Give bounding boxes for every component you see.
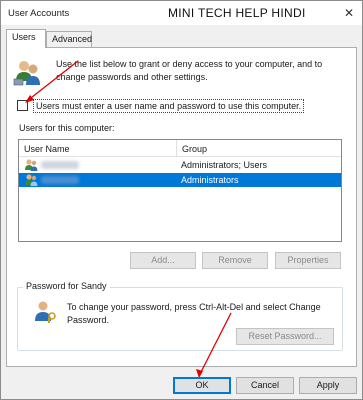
password-groupbox-legend: Password for Sandy	[23, 281, 110, 291]
apply-button[interactable]: Apply	[299, 377, 357, 394]
require-login-label[interactable]: Users must enter a user name and passwor…	[33, 99, 305, 113]
table-row-selected[interactable]: Administrators	[19, 173, 341, 187]
user-key-icon	[33, 299, 59, 327]
user-icon	[24, 173, 38, 189]
watermark-text: MINI TECH HELP HINDI	[168, 6, 306, 20]
users-listview[interactable]: User Name Group Administrators; Users Ad…	[18, 139, 342, 242]
title-bar: User Accounts MINI TECH HELP HINDI ✕	[1, 1, 362, 25]
ok-button[interactable]: OK	[173, 377, 231, 394]
add-user-button[interactable]: Add...	[130, 252, 196, 269]
column-user-name[interactable]: User Name	[19, 140, 177, 157]
tab-users[interactable]: Users	[6, 29, 46, 48]
column-group[interactable]: Group	[179, 140, 207, 157]
require-login-checkbox[interactable]	[17, 100, 28, 111]
listview-header: User Name Group	[19, 140, 341, 157]
close-icon[interactable]: ✕	[341, 5, 357, 21]
users-list-label: Users for this computer:	[19, 123, 115, 133]
tab-advanced[interactable]: Advanced	[46, 31, 92, 47]
row-group-value: Administrators; Users	[181, 160, 268, 170]
window-title: User Accounts	[8, 8, 70, 19]
reset-password-button[interactable]: Reset Password...	[236, 328, 334, 345]
intro-description: Use the list below to grant or deny acce…	[56, 59, 323, 82]
user-icon	[24, 158, 38, 174]
table-row[interactable]: Administrators; Users	[19, 158, 341, 172]
properties-button[interactable]: Properties	[275, 252, 341, 269]
remove-user-button[interactable]: Remove	[202, 252, 268, 269]
users-group-icon	[13, 59, 43, 89]
row-group-value: Administrators	[181, 175, 239, 185]
user-accounts-window: User Accounts MINI TECH HELP HINDI ✕ Use…	[0, 0, 363, 400]
redacted-user-name	[41, 161, 79, 169]
password-instructions: To change your password, press Ctrl-Alt-…	[67, 302, 321, 325]
redacted-user-name	[41, 176, 79, 184]
cancel-button[interactable]: Cancel	[236, 377, 294, 394]
